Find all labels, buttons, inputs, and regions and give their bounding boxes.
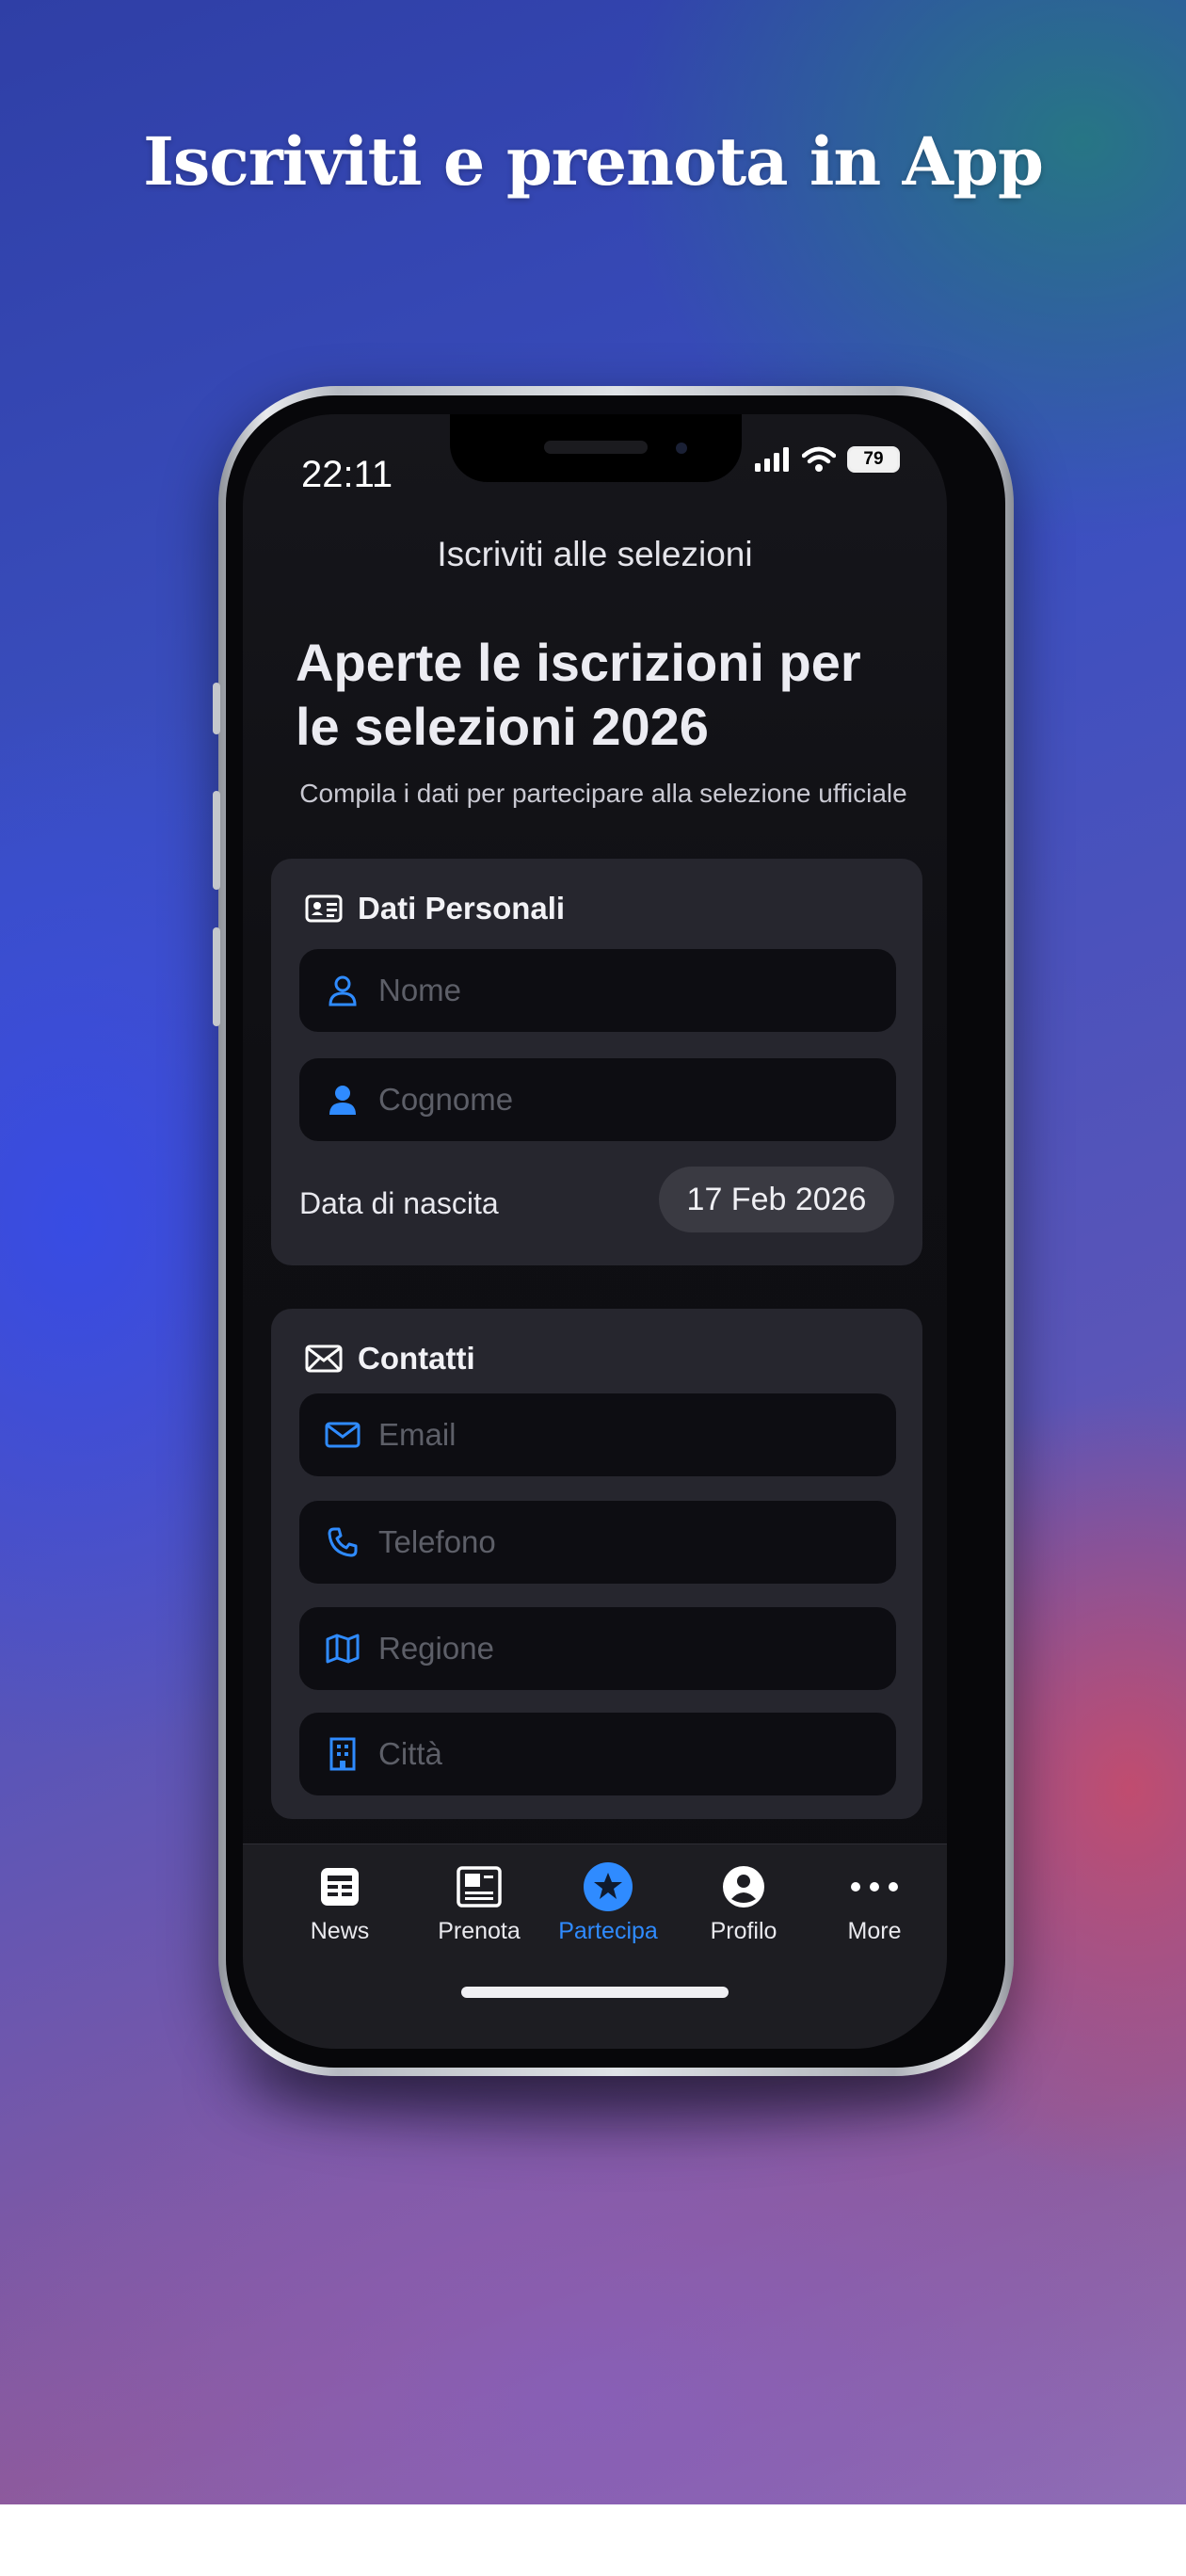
person-outline-icon: [324, 972, 361, 1009]
tab-prenota-label: Prenota: [438, 1918, 521, 1944]
tab-news-label: News: [310, 1918, 370, 1944]
battery-indicator: 79: [847, 446, 900, 473]
home-indicator[interactable]: [461, 1987, 729, 1998]
building-icon: [324, 1735, 361, 1773]
contacts-header: Contatti: [305, 1341, 475, 1377]
birth-date-picker[interactable]: 17 Feb 2026: [659, 1167, 894, 1232]
nav-title: Iscriviti alle selezioni: [437, 535, 753, 573]
id-card-icon: [305, 894, 343, 923]
mute-switch: [213, 683, 220, 734]
last-name-field[interactable]: [299, 1058, 896, 1141]
phone-input[interactable]: [377, 1523, 870, 1561]
tab-more-label: More: [847, 1918, 902, 1944]
contacts-title: Contatti: [358, 1341, 475, 1376]
map-icon: [324, 1630, 361, 1667]
page-subtitle: Compila i dati per partecipare alla sele…: [299, 779, 907, 808]
cellular-signal-icon: [755, 447, 789, 472]
status-icons: 79: [755, 446, 900, 473]
tab-partecipa[interactable]: Partecipa: [547, 1861, 669, 1945]
email-input[interactable]: [377, 1416, 870, 1454]
phone-icon: [324, 1523, 361, 1561]
person-filled-icon: [324, 1081, 361, 1119]
last-name-input[interactable]: [377, 1081, 870, 1119]
birth-date-label: Data di nascita: [299, 1186, 499, 1220]
earpiece: [544, 441, 648, 454]
email-field[interactable]: [299, 1393, 896, 1476]
personal-data-card: Dati Personali Data di nascita 17 Feb 20…: [271, 859, 922, 1265]
tab-news[interactable]: News: [279, 1861, 401, 1945]
envelope-icon: [305, 1344, 343, 1373]
city-input[interactable]: [377, 1735, 870, 1773]
city-field[interactable]: [299, 1713, 896, 1795]
tab-more[interactable]: More: [813, 1861, 936, 1945]
region-input[interactable]: [377, 1630, 870, 1667]
first-name-input[interactable]: [377, 972, 870, 1009]
personal-data-header: Dati Personali: [305, 891, 565, 926]
tab-bar: News Prenota Partecipa Profilo More: [243, 1843, 947, 2049]
booking-icon: [418, 1861, 540, 1912]
front-camera: [676, 443, 687, 454]
more-dots-icon: [813, 1861, 936, 1912]
person-circle-icon: [682, 1861, 805, 1912]
personal-data-title: Dati Personali: [358, 891, 566, 926]
wifi-icon: [802, 446, 836, 472]
contacts-card: Contatti: [271, 1309, 922, 1819]
region-field[interactable]: [299, 1607, 896, 1690]
phone-screen: 22:11 79 Iscriviti alle selezioni Aperte…: [243, 414, 947, 2049]
mail-icon: [324, 1416, 361, 1454]
tab-partecipa-label: Partecipa: [558, 1918, 658, 1944]
notch: [450, 414, 742, 482]
promo-headline: Iscriviti e prenota in App: [143, 122, 1044, 201]
volume-down-button: [213, 927, 220, 1026]
page-title: Aperte le iscrizioni per le selezioni 20…: [296, 633, 861, 756]
phone-field[interactable]: [299, 1501, 896, 1584]
tab-prenota[interactable]: Prenota: [418, 1861, 540, 1945]
tab-profilo-label: Profilo: [710, 1918, 777, 1944]
star-circle-icon: [547, 1861, 669, 1912]
status-time: 22:11: [301, 454, 393, 495]
tab-profilo[interactable]: Profilo: [682, 1861, 805, 1945]
first-name-field[interactable]: [299, 949, 896, 1032]
newspaper-icon: [279, 1861, 401, 1912]
volume-up-button: [213, 791, 220, 890]
